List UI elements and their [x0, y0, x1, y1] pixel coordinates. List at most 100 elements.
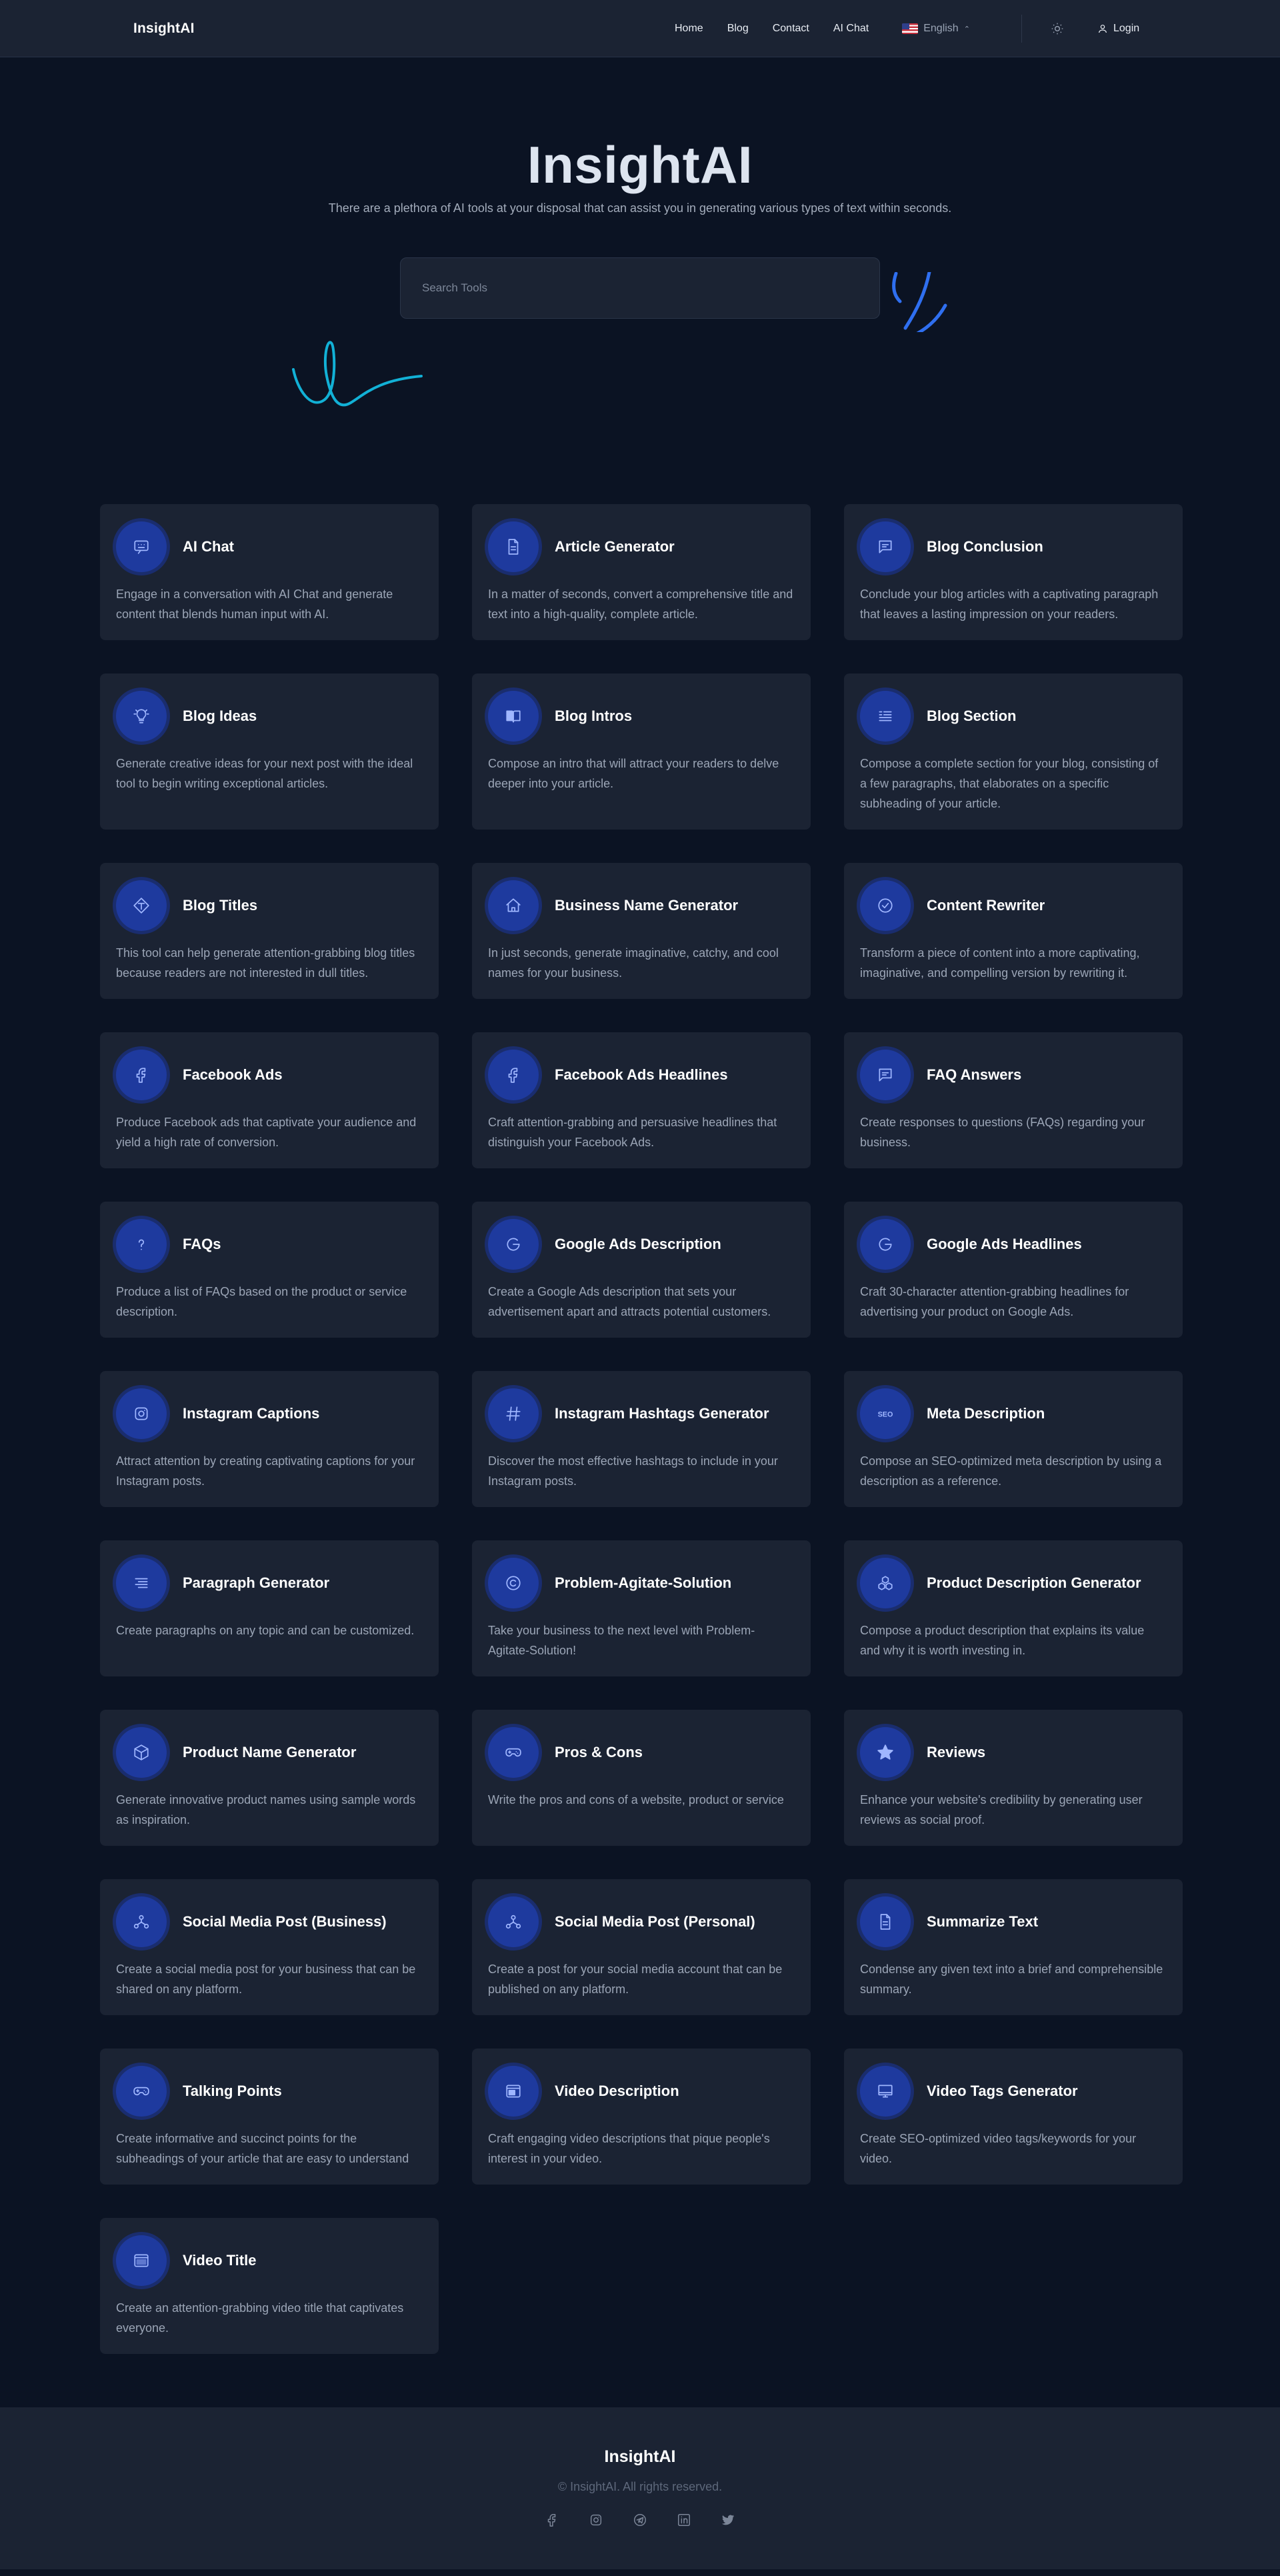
card-description: Craft attention-grabbing and persuasive …: [488, 1116, 777, 1149]
instagram-icon: [116, 1388, 167, 1439]
card-description: Attract attention by creating captivatin…: [116, 1454, 415, 1488]
card-header: Blog Conclusion: [860, 521, 1167, 572]
tool-card-paragraph-generator[interactable]: Paragraph Generator Create paragraphs on …: [100, 1540, 439, 1676]
sun-icon[interactable]: [1051, 22, 1064, 35]
gamepad-icon: [116, 2066, 167, 2117]
card-header: Instagram Hashtags Generator: [488, 1388, 795, 1439]
tool-card-talking-points[interactable]: Talking Points Create informative and suc…: [100, 2049, 439, 2185]
tool-card-blog-titles[interactable]: Blog Titles This tool can help generate a…: [100, 863, 439, 999]
tool-card-blog-intros[interactable]: Blog Intros Compose an intro that will at…: [472, 674, 811, 830]
tool-card-business-name-generator[interactable]: Business Name Generator In just seconds, …: [472, 863, 811, 999]
card-header: Talking Points: [116, 2066, 423, 2117]
card-description: Craft 30-character attention-grabbing he…: [860, 1285, 1129, 1318]
title-icon: [116, 880, 167, 931]
tool-card-blog-ideas[interactable]: Blog Ideas Generate creative ideas for yo…: [100, 674, 439, 830]
card-description: Compose a product description that expla…: [860, 1624, 1145, 1657]
tool-card-blog-section[interactable]: Blog Section Compose a complete section f…: [844, 674, 1183, 830]
tool-card-product-name-generator[interactable]: Product Name Generator Generate innovativ…: [100, 1710, 439, 1846]
language-label: English: [923, 23, 959, 34]
tool-card-video-tags-generator[interactable]: Video Tags Generator Create SEO-optimized…: [844, 2049, 1183, 2185]
facebook-icon[interactable]: [545, 2513, 559, 2527]
user-icon: [1099, 25, 1107, 33]
hero-section: InsightAI There are a plethora of AI too…: [0, 57, 1280, 447]
lightbulb-icon: [116, 691, 167, 742]
nav-link-contact[interactable]: Contact: [773, 23, 809, 35]
linkedin-icon[interactable]: [677, 2513, 691, 2527]
language-selector[interactable]: English ⌃: [902, 23, 970, 35]
tool-card-google-ads-headlines[interactable]: Google Ads Headlines Craft 30-character a…: [844, 1202, 1183, 1338]
card-title: Blog Conclusion: [927, 538, 1043, 555]
tool-card-reviews[interactable]: Reviews Enhance your website's credibilit…: [844, 1710, 1183, 1846]
share-icon: [488, 1896, 539, 1947]
card-header: Facebook Ads Headlines: [488, 1050, 795, 1100]
twitter-icon[interactable]: [721, 2513, 735, 2527]
nav-divider: [1021, 15, 1022, 43]
message-icon: [860, 1050, 911, 1100]
tool-card-google-ads-description[interactable]: Google Ads Description Create a Google Ad…: [472, 1202, 811, 1338]
card-header: Social Media Post (Personal): [488, 1896, 795, 1947]
card-header: Instagram Captions: [116, 1388, 423, 1439]
login-button[interactable]: Login: [1097, 0, 1139, 57]
tool-card-ai-chat[interactable]: AI Chat Engage in a conversation with AI …: [100, 504, 439, 640]
facebook-icon: [116, 1050, 167, 1100]
card-header: Video Tags Generator: [860, 2066, 1167, 2117]
tool-card-facebook-ads[interactable]: Facebook Ads Produce Facebook ads that ca…: [100, 1032, 439, 1168]
tool-card-social-media-post-personal[interactable]: Social Media Post (Personal) Create a pos…: [472, 1879, 811, 2015]
card-description: Take your business to the next level wit…: [488, 1624, 755, 1657]
card-description: Create a Google Ads description that set…: [488, 1285, 771, 1318]
card-title: Talking Points: [183, 2083, 282, 2099]
tool-card-video-description[interactable]: Video Description Craft engaging video de…: [472, 2049, 811, 2185]
search-input[interactable]: [400, 257, 880, 319]
tools-grid: AI Chat Engage in a conversation with AI …: [0, 504, 1280, 2354]
card-title: Facebook Ads Headlines: [555, 1066, 728, 1083]
nav-link-blog[interactable]: Blog: [727, 23, 749, 35]
card-title: Problem-Agitate-Solution: [555, 1574, 732, 1591]
nav-link-home[interactable]: Home: [675, 23, 703, 35]
instagram-icon[interactable]: [589, 2513, 603, 2527]
card-description: Produce a list of FAQs based on the prod…: [116, 1285, 407, 1318]
tool-card-facebook-ads-headlines[interactable]: Facebook Ads Headlines Craft attention-gr…: [472, 1032, 811, 1168]
card-header: Paragraph Generator: [116, 1558, 423, 1608]
tool-card-social-media-post-business[interactable]: Social Media Post (Business) Create a soc…: [100, 1879, 439, 2015]
social-links: [0, 2513, 1280, 2527]
telegram-icon[interactable]: [633, 2513, 647, 2527]
tool-card-instagram-captions[interactable]: Instagram Captions Attract attention by c…: [100, 1371, 439, 1507]
tool-card-content-rewriter[interactable]: Content Rewriter Transform a piece of con…: [844, 863, 1183, 999]
tool-card-video-title[interactable]: Video Title Create an attention-grabbing …: [100, 2218, 439, 2354]
document-icon: [488, 521, 539, 572]
nav-link-ai-chat[interactable]: AI Chat: [833, 23, 869, 35]
top-navbar: InsightAI Home Blog Contact AI Chat Engl…: [0, 0, 1280, 57]
tool-card-product-description-generator[interactable]: Product Description Generator Compose a p…: [844, 1540, 1183, 1676]
tool-card-blog-conclusion[interactable]: Blog Conclusion Conclude your blog articl…: [844, 504, 1183, 640]
card-title: Instagram Hashtags Generator: [555, 1405, 769, 1422]
card-title: FAQ Answers: [927, 1066, 1022, 1083]
tool-card-problem-agitate-solution[interactable]: Problem-Agitate-Solution Take your busine…: [472, 1540, 811, 1676]
tool-card-pros-cons[interactable]: Pros & Cons Write the pros and cons of a …: [472, 1710, 811, 1846]
card-header: SEO Meta Description: [860, 1388, 1167, 1439]
card-header: FAQ Answers: [860, 1050, 1167, 1100]
card-title: Video Title: [183, 2252, 257, 2269]
card-title: Business Name Generator: [555, 897, 739, 914]
tool-card-instagram-hashtags-generator[interactable]: Instagram Hashtags Generator Discover the…: [472, 1371, 811, 1507]
decorative-strokes: [892, 272, 947, 332]
card-title: Google Ads Description: [555, 1236, 721, 1252]
copyright-icon: [488, 1558, 539, 1608]
footer-copyright: © InsightAI. All rights reserved.: [557, 2480, 723, 2493]
card-title: Article Generator: [555, 538, 675, 555]
box-icon: [116, 1727, 167, 1778]
card-description: Engage in a conversation with AI Chat an…: [116, 587, 393, 621]
login-label: Login: [1113, 23, 1140, 34]
card-description: Compose an SEO-optimized meta descriptio…: [860, 1454, 1162, 1488]
card-header: Article Generator: [488, 521, 795, 572]
tool-card-faq-answers[interactable]: FAQ Answers Create responses to questions…: [844, 1032, 1183, 1168]
tool-card-article-generator[interactable]: Article Generator In a matter of seconds,…: [472, 504, 811, 640]
gamepad-icon: [488, 1727, 539, 1778]
card-description: Produce Facebook ads that captivate your…: [116, 1116, 417, 1149]
card-header: AI Chat: [116, 521, 423, 572]
hero-subtitle: There are a plethora of AI tools at your…: [328, 201, 952, 215]
tool-card-meta-description[interactable]: SEO Meta Description Compose an SEO-optimi…: [844, 1371, 1183, 1507]
card-title: Reviews: [927, 1744, 986, 1760]
brand-logo[interactable]: InsightAI: [133, 21, 195, 37]
tool-card-summarize-text[interactable]: Summarize Text Condense any given text in…: [844, 1879, 1183, 2015]
tool-card-faqs[interactable]: FAQs Produce a list of FAQs based on the …: [100, 1202, 439, 1338]
